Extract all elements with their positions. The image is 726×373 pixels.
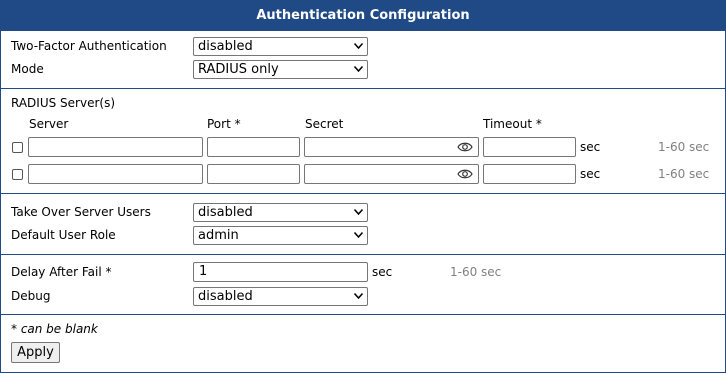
server-column-header: Server [29,117,69,131]
chevron-down-icon [354,232,363,238]
divider [1,314,725,315]
delay-hint: 1-60 sec [450,265,502,279]
default-role-select[interactable]: admin [193,226,368,245]
server-row-1-checkbox[interactable] [12,142,23,153]
delay-label: Delay After Fail * [11,265,112,279]
timeout-1-hint: 1-60 sec [658,140,710,154]
mode-select[interactable]: RADIUS only [193,60,368,79]
timeout-2-hint: 1-60 sec [658,167,710,181]
take-over-select[interactable]: disabled [193,203,368,222]
port-column-header: Port * [207,117,241,131]
debug-value: disabled [198,289,253,304]
port-2-input[interactable] [207,164,300,184]
secret-column-header: Secret [305,117,344,131]
timeout-1-input[interactable] [483,137,576,157]
chevron-down-icon [354,66,363,72]
server-2-input[interactable] [28,164,203,184]
eye-icon[interactable] [457,141,473,153]
two-factor-select[interactable]: disabled [193,37,368,56]
debug-label: Debug [11,289,51,303]
two-factor-label: Two-Factor Authentication [11,39,167,53]
take-over-label: Take Over Server Users [11,205,151,219]
debug-select[interactable]: disabled [193,287,368,306]
delay-unit: sec [372,265,393,279]
timeout-2-input[interactable] [483,164,576,184]
mode-label: Mode [11,62,44,76]
timeout-column-header: Timeout * [483,117,542,131]
timeout-2-unit: sec [580,167,601,181]
auth-config-panel: Authentication Configuration Two-Factor … [0,0,726,373]
secret-2-input[interactable] [304,164,479,184]
two-factor-value: disabled [198,39,253,54]
mode-value: RADIUS only [198,62,279,77]
port-1-input[interactable] [207,137,300,157]
chevron-down-icon [354,43,363,49]
chevron-down-icon [354,293,363,299]
eye-icon[interactable] [457,168,473,180]
divider [1,88,725,89]
apply-button[interactable]: Apply [11,342,60,363]
panel-title: Authentication Configuration [1,1,725,31]
chevron-down-icon [354,209,363,215]
default-role-label: Default User Role [11,228,116,242]
timeout-1-unit: sec [580,140,601,154]
take-over-value: disabled [198,205,253,220]
divider [1,254,725,255]
server-row-2-checkbox[interactable] [12,169,23,180]
secret-1-input[interactable] [304,137,479,157]
radius-section-label: RADIUS Server(s) [11,96,116,110]
server-1-input[interactable] [28,137,203,157]
default-role-value: admin [198,228,239,243]
blank-note: * can be blank [11,322,98,336]
divider [1,193,725,194]
delay-input[interactable]: 1 [193,262,368,282]
